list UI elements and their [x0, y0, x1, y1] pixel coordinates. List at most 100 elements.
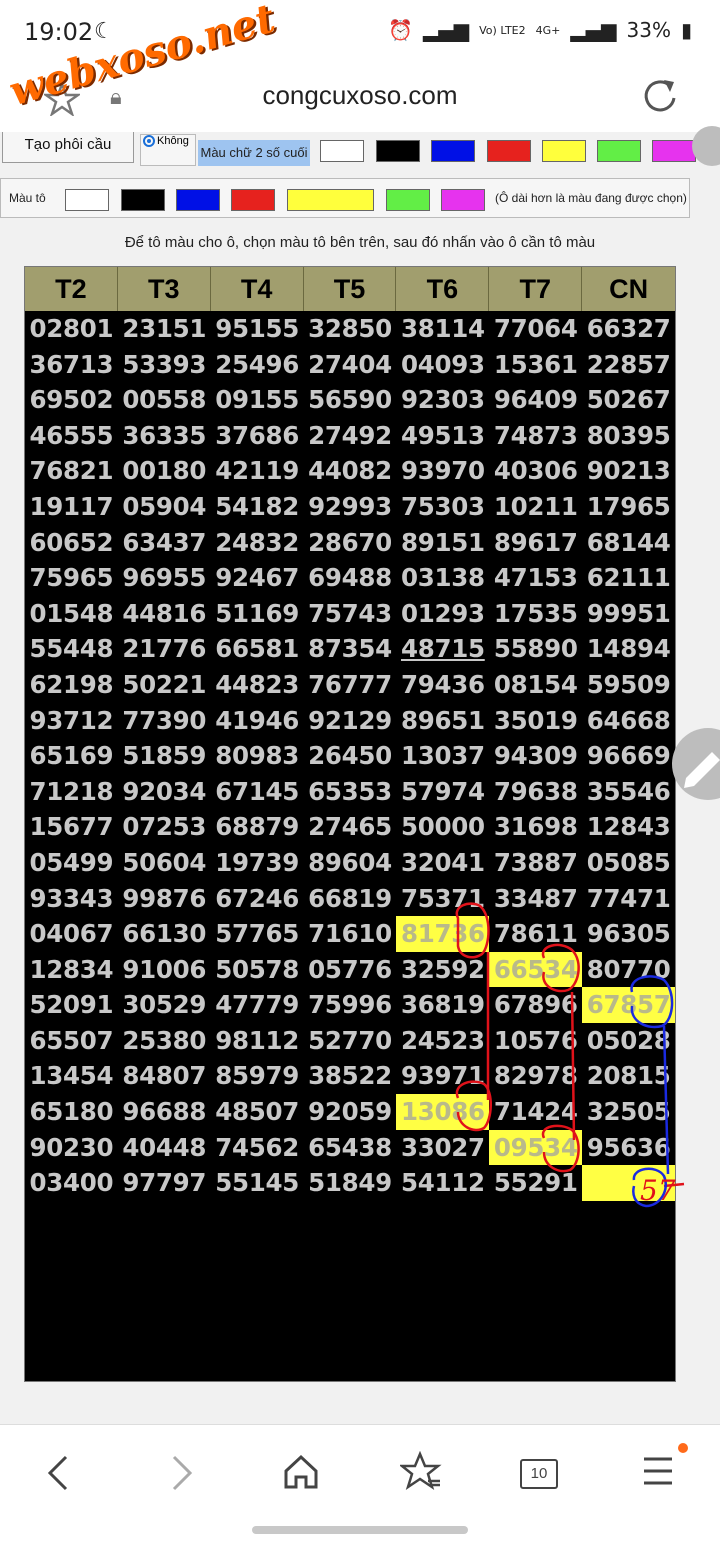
table-cell[interactable]: 63437 — [118, 525, 211, 561]
fill-swatch-yellow-selected[interactable] — [287, 189, 374, 211]
table-cell[interactable]: 22857 — [582, 347, 675, 383]
table-cell[interactable]: 75743 — [304, 596, 397, 632]
table-cell[interactable]: 62111 — [582, 560, 675, 596]
table-cell[interactable]: 50267 — [582, 382, 675, 418]
table-cell[interactable]: 79638 — [489, 774, 582, 810]
table-cell[interactable]: 05904 — [118, 489, 211, 525]
table-cell[interactable]: 71424 — [489, 1094, 582, 1130]
table-cell[interactable]: 47779 — [211, 987, 304, 1023]
table-cell[interactable]: 51169 — [211, 596, 304, 632]
last2-swatch-magenta[interactable] — [652, 140, 696, 162]
table-cell[interactable]: 09155 — [211, 382, 304, 418]
table-cell[interactable]: 40448 — [118, 1130, 211, 1166]
table-cell[interactable]: 12843 — [582, 809, 675, 845]
table-cell[interactable]: 02801 — [25, 311, 118, 347]
table-cell[interactable]: 93971 — [396, 1058, 489, 1094]
table-cell[interactable]: 67145 — [211, 774, 304, 810]
table-cell[interactable]: 27492 — [304, 418, 397, 454]
table-cell[interactable]: 01293 — [396, 596, 489, 632]
table-cell[interactable]: 20815 — [582, 1058, 675, 1094]
table-cell[interactable]: 01548 — [25, 596, 118, 632]
table-cell[interactable]: 49513 — [396, 418, 489, 454]
table-cell[interactable]: 95155 — [211, 311, 304, 347]
table-cell[interactable]: 50604 — [118, 845, 211, 881]
table-cell[interactable]: 26450 — [304, 738, 397, 774]
table-cell[interactable]: 87354 — [304, 631, 397, 667]
table-cell[interactable]: 73887 — [489, 845, 582, 881]
table-cell[interactable]: 53393 — [118, 347, 211, 383]
table-cell[interactable]: 68144 — [582, 525, 675, 561]
table-cell[interactable]: 80770 — [582, 952, 675, 988]
table-cell[interactable]: 55291 — [489, 1165, 582, 1201]
table-cell[interactable]: 96955 — [118, 560, 211, 596]
table-cell[interactable]: 69488 — [304, 560, 397, 596]
last2-swatch-red[interactable] — [487, 140, 531, 162]
table-cell[interactable]: 93970 — [396, 453, 489, 489]
table-cell[interactable]: 51859 — [118, 738, 211, 774]
table-cell[interactable]: 38522 — [304, 1058, 397, 1094]
table-cell[interactable]: 28670 — [304, 525, 397, 561]
table-cell[interactable]: 92467 — [211, 560, 304, 596]
table-cell[interactable]: 03138 — [396, 560, 489, 596]
table-cell[interactable]: 74562 — [211, 1130, 304, 1166]
table-cell[interactable]: 66130 — [118, 916, 211, 952]
table-cell[interactable]: 68879 — [211, 809, 304, 845]
table-cell[interactable]: 57974 — [396, 774, 489, 810]
table-cell[interactable]: 24523 — [396, 1023, 489, 1059]
table-cell[interactable]: 55145 — [211, 1165, 304, 1201]
table-cell[interactable]: 32592 — [396, 952, 489, 988]
table-cell[interactable]: 10576 — [489, 1023, 582, 1059]
table-cell[interactable]: 35019 — [489, 703, 582, 739]
fill-swatch-green[interactable] — [386, 189, 430, 211]
table-cell[interactable]: 89604 — [304, 845, 397, 881]
table-cell[interactable]: 30529 — [118, 987, 211, 1023]
table-cell[interactable]: 05776 — [304, 952, 397, 988]
table-cell[interactable]: 65180 — [25, 1094, 118, 1130]
table-cell[interactable]: 62198 — [25, 667, 118, 703]
table-cell[interactable]: 89651 — [396, 703, 489, 739]
table-cell[interactable]: 52770 — [304, 1023, 397, 1059]
table-cell[interactable]: 92129 — [304, 703, 397, 739]
table-cell[interactable]: 10211 — [489, 489, 582, 525]
table-cell[interactable]: 65507 — [25, 1023, 118, 1059]
table-cell[interactable]: 35546 — [582, 774, 675, 810]
table-cell[interactable]: 93343 — [25, 881, 118, 917]
table-cell[interactable]: 75965 — [25, 560, 118, 596]
table-cell[interactable]: 67896 — [489, 987, 582, 1023]
table-cell[interactable]: 79436 — [396, 667, 489, 703]
home-icon[interactable] — [282, 1453, 320, 1491]
table-cell[interactable]: 27404 — [304, 347, 397, 383]
back-icon[interactable] — [44, 1453, 74, 1493]
table-cell[interactable]: 67246 — [211, 881, 304, 917]
last2-swatch-green[interactable] — [597, 140, 641, 162]
fill-swatch-white[interactable] — [65, 189, 109, 211]
tabs-button[interactable]: 10 — [520, 1459, 558, 1489]
table-cell[interactable]: 65353 — [304, 774, 397, 810]
table-cell[interactable]: 99951 — [582, 596, 675, 632]
table-cell[interactable]: 82978 — [489, 1058, 582, 1094]
table-cell[interactable]: 69502 — [25, 382, 118, 418]
table-cell[interactable]: 96688 — [118, 1094, 211, 1130]
table-cell[interactable]: 91006 — [118, 952, 211, 988]
table-cell[interactable]: 98112 — [211, 1023, 304, 1059]
fill-swatch-blue[interactable] — [176, 189, 220, 211]
table-cell[interactable]: 31698 — [489, 809, 582, 845]
table-cell[interactable]: 92034 — [118, 774, 211, 810]
edit-button[interactable] — [672, 728, 720, 800]
table-cell[interactable]: 96409 — [489, 382, 582, 418]
forward-icon[interactable] — [166, 1453, 196, 1493]
table-cell[interactable]: 48507 — [211, 1094, 304, 1130]
table-cell[interactable]: 74873 — [489, 418, 582, 454]
table-cell[interactable]: 97797 — [118, 1165, 211, 1201]
table-cell[interactable]: 65438 — [304, 1130, 397, 1166]
table-cell[interactable]: 05085 — [582, 845, 675, 881]
table-cell[interactable]: 65169 — [25, 738, 118, 774]
table-cell[interactable]: 80395 — [582, 418, 675, 454]
table-cell[interactable]: 60652 — [25, 525, 118, 561]
table-cell[interactable]: 71218 — [25, 774, 118, 810]
table-cell[interactable]: 57765 — [211, 916, 304, 952]
table-cell[interactable]: 89151 — [396, 525, 489, 561]
table-cell[interactable]: 42119 — [211, 453, 304, 489]
table-cell[interactable]: 33027 — [396, 1130, 489, 1166]
table-cell[interactable]: 17965 — [582, 489, 675, 525]
